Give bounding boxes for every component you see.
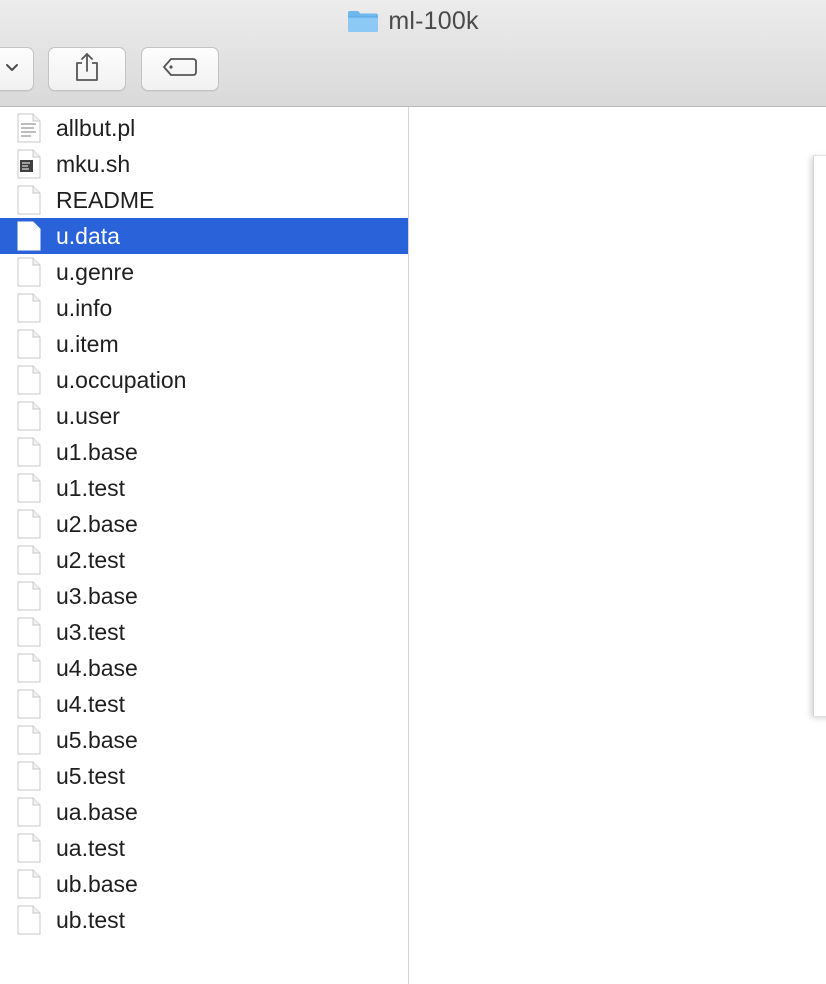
file-row[interactable]: u1.test xyxy=(0,470,408,506)
window-title-text: ml-100k xyxy=(388,6,479,35)
file-row[interactable]: u2.test xyxy=(0,542,408,578)
file-preview-card xyxy=(813,155,826,716)
file-row[interactable]: u.info xyxy=(0,290,408,326)
file-row[interactable]: u1.base xyxy=(0,434,408,470)
document-icon xyxy=(16,257,42,287)
file-name: ua.base xyxy=(56,799,138,825)
toolbar: ml-100k xyxy=(0,0,826,107)
file-row[interactable]: u4.test xyxy=(0,686,408,722)
chevron-down-icon xyxy=(5,60,19,78)
file-name: u.item xyxy=(56,331,119,357)
file-name: u5.base xyxy=(56,727,138,753)
document-icon xyxy=(16,869,42,899)
file-row[interactable]: u4.base xyxy=(0,650,408,686)
file-row[interactable]: u.item xyxy=(0,326,408,362)
file-name: mku.sh xyxy=(56,151,131,177)
document-icon xyxy=(16,689,42,719)
document-icon xyxy=(16,185,42,215)
document-icon xyxy=(16,509,42,539)
file-name: u3.test xyxy=(56,619,126,645)
document-icon xyxy=(16,473,42,503)
file-row[interactable]: ua.test xyxy=(0,830,408,866)
document-icon xyxy=(16,725,42,755)
file-row[interactable]: u3.test xyxy=(0,614,408,650)
document-icon xyxy=(16,617,42,647)
file-name: u2.base xyxy=(56,511,138,537)
share-button[interactable] xyxy=(48,47,126,91)
file-list: allbut.pl mku.sh README u.data u.genre u.info… xyxy=(0,107,408,984)
document-icon xyxy=(16,581,42,611)
tag-icon xyxy=(162,57,198,82)
file-row[interactable]: u.data xyxy=(0,218,408,254)
file-name: u5.test xyxy=(56,763,126,789)
file-name: ub.test xyxy=(56,907,126,933)
view-options-dropdown[interactable] xyxy=(0,47,34,91)
script-file-icon xyxy=(16,113,42,143)
file-row[interactable]: ub.test xyxy=(0,902,408,938)
document-icon xyxy=(16,437,42,467)
file-row[interactable]: u3.base xyxy=(0,578,408,614)
document-icon xyxy=(16,545,42,575)
file-row[interactable]: u5.test xyxy=(0,758,408,794)
window-title: ml-100k xyxy=(0,6,826,36)
file-row[interactable]: README xyxy=(0,182,408,218)
document-icon xyxy=(16,221,42,251)
document-icon xyxy=(16,653,42,683)
share-icon xyxy=(74,52,100,87)
document-icon xyxy=(16,329,42,359)
document-icon xyxy=(16,761,42,791)
shell-script-icon xyxy=(16,149,42,179)
file-name: u.user xyxy=(56,403,120,429)
file-name: u4.test xyxy=(56,691,126,717)
file-row[interactable]: u5.base xyxy=(0,722,408,758)
file-row[interactable]: ua.base xyxy=(0,794,408,830)
file-name: u.occupation xyxy=(56,367,187,393)
tags-button[interactable] xyxy=(141,47,219,91)
file-name: u2.test xyxy=(56,547,126,573)
document-icon xyxy=(16,797,42,827)
file-row[interactable]: mku.sh xyxy=(0,146,408,182)
finder-window: ml-100k allbut.pl mku.sh README u.data u… xyxy=(0,0,826,984)
file-name: u.data xyxy=(56,223,120,249)
file-name: u4.base xyxy=(56,655,138,681)
file-name: ub.base xyxy=(56,871,138,897)
document-icon xyxy=(16,401,42,431)
document-icon xyxy=(16,905,42,935)
document-icon xyxy=(16,293,42,323)
file-name: u1.test xyxy=(56,475,126,501)
file-name: u1.base xyxy=(56,439,138,465)
document-icon xyxy=(16,365,42,395)
file-name: u3.base xyxy=(56,583,138,609)
file-row[interactable]: u2.base xyxy=(0,506,408,542)
file-name: allbut.pl xyxy=(56,115,136,141)
preview-pane xyxy=(409,107,826,984)
folder-icon xyxy=(347,9,379,33)
file-row[interactable]: u.occupation xyxy=(0,362,408,398)
file-row[interactable]: allbut.pl xyxy=(0,110,408,146)
file-row[interactable]: ub.base xyxy=(0,866,408,902)
file-name: u.genre xyxy=(56,259,135,285)
file-row[interactable]: u.genre xyxy=(0,254,408,290)
file-name: ua.test xyxy=(56,835,126,861)
file-row[interactable]: u.user xyxy=(0,398,408,434)
file-name: README xyxy=(56,187,155,213)
document-icon xyxy=(16,833,42,863)
file-name: u.info xyxy=(56,295,113,321)
